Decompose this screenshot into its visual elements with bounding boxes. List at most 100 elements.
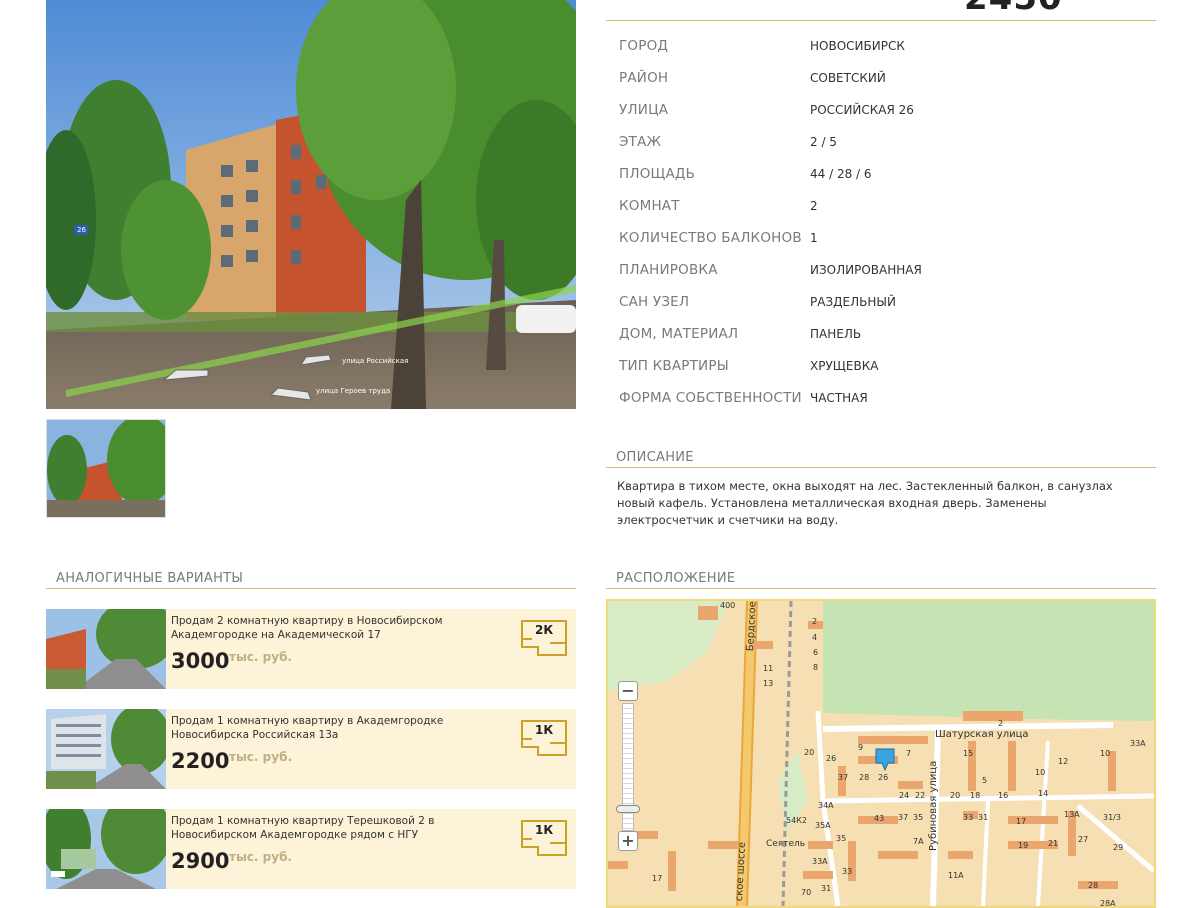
property-row: ГОРОД НОВОСИБИРСК xyxy=(619,30,1159,62)
map-label: 2 xyxy=(998,719,1004,728)
listing-price: 3000 xyxy=(171,649,230,673)
location-title: РАСПОЛОЖЕНИЕ xyxy=(616,571,736,586)
listing-title[interactable]: Продам 1 комнатную квартиру Терешковой 2… xyxy=(171,814,511,842)
map-label: 11А xyxy=(948,871,964,880)
divider xyxy=(606,20,1156,21)
zoom-slider-handle[interactable] xyxy=(616,805,640,813)
listing-price-unit: тыс. руб. xyxy=(229,650,293,664)
property-value: ПАНЕЛЬ xyxy=(810,327,862,341)
map-label: 27 xyxy=(1078,835,1089,844)
map-label: 6 xyxy=(813,648,819,657)
map-label: 8 xyxy=(813,663,819,672)
map-label: 17 xyxy=(652,874,663,883)
property-value: 44 / 28 / 6 xyxy=(810,167,872,181)
street-label-1: улица Российская xyxy=(342,357,409,365)
price-value: 2450 xyxy=(964,0,1063,18)
map-street-label: Рубиновая улица xyxy=(928,760,939,851)
map-label: 33 xyxy=(963,813,974,822)
property-key: УЛИЦА xyxy=(619,102,669,118)
listing-title[interactable]: Продам 2 комнатную квартиру в Новосибирс… xyxy=(171,614,511,642)
map-label: 11 xyxy=(763,664,774,673)
rooms-label: 1К xyxy=(535,823,554,837)
map-label: 13 xyxy=(763,679,774,688)
listing-photo[interactable] xyxy=(46,609,166,689)
map-label: 34А xyxy=(818,801,834,810)
map-label: 33А xyxy=(1130,739,1146,748)
property-value: НОВОСИБИРСК xyxy=(810,39,905,53)
street-label-2: улица Героев труда xyxy=(316,387,391,395)
map-label: 28 xyxy=(859,773,870,782)
property-value: РАЗДЕЛЬНЫЙ xyxy=(810,295,896,309)
listing-price: 2200 xyxy=(171,749,230,773)
property-row: САН УЗЕЛ РАЗДЕЛЬНЫЙ xyxy=(619,286,1159,318)
property-key: ДОМ, МАТЕРИАЛ xyxy=(619,326,739,342)
rooms-label: 2К xyxy=(535,623,554,637)
map-label: 7А xyxy=(913,837,924,846)
property-value: ХРУЩЕВКА xyxy=(810,359,879,373)
property-row: ФОРМА СОБСТВЕННОСТИ ЧАСТНАЯ xyxy=(619,382,1159,414)
property-key: ПЛОЩАДЬ xyxy=(619,166,696,182)
map-label: 18 xyxy=(970,791,981,800)
similar-title: АНАЛОГИЧНЫЕ ВАРИАНТЫ xyxy=(56,571,244,586)
divider xyxy=(606,467,1156,468)
rooms-label: 1К xyxy=(535,723,554,737)
map-label: 24 xyxy=(899,791,910,800)
map-label: 7 xyxy=(906,749,912,758)
rooms-badge: 1К xyxy=(520,719,568,757)
listing-card[interactable]: Продам 1 комнатную квартиру в Академгоро… xyxy=(46,709,576,789)
map-label: 26 xyxy=(826,754,837,763)
map-label: 400 xyxy=(720,601,736,610)
property-row: ДОМ, МАТЕРИАЛ ПАНЕЛЬ xyxy=(619,318,1159,350)
listing-title[interactable]: Продам 1 комнатную квартиру в Академгоро… xyxy=(171,714,511,742)
map-place-label: Сеятель xyxy=(766,839,806,849)
property-key: КОЛИЧЕСТВО БАЛКОНОВ xyxy=(619,230,802,246)
map-label: 14 xyxy=(1038,789,1049,798)
map-label: 10 xyxy=(1035,768,1046,777)
map-label: 54К2 xyxy=(786,816,807,825)
listing-card[interactable]: Продам 1 комнатную квартиру Терешковой 2… xyxy=(46,809,576,889)
map-label: 43 xyxy=(874,814,885,823)
location-map[interactable]: 400 Бердское ш ское шоссе Шатурская улиц… xyxy=(606,599,1156,908)
property-value: РОССИЙСКАЯ 26 xyxy=(810,103,914,117)
map-label: 9 xyxy=(858,743,864,752)
map-label: 17 xyxy=(1016,817,1027,826)
map-label: 4 xyxy=(812,633,818,642)
property-row: КОМНАТ 2 xyxy=(619,190,1159,222)
map-label: 35 xyxy=(836,834,847,843)
photo-thumbnail[interactable] xyxy=(46,419,166,518)
map-label: 12 xyxy=(1058,757,1069,766)
property-row: УЛИЦА РОССИЙСКАЯ 26 xyxy=(619,94,1159,126)
property-value: СОВЕТСКИЙ xyxy=(810,71,886,85)
map-label: 35 xyxy=(913,813,924,822)
listing-photo[interactable] xyxy=(46,809,166,889)
property-key: ТИП КВАРТИРЫ xyxy=(619,358,729,374)
map-label: 20 xyxy=(804,748,815,757)
map-label: 37 xyxy=(898,813,909,822)
description-text: Квартира в тихом месте, окна выходят на … xyxy=(617,479,1113,527)
listing-photo[interactable] xyxy=(46,709,166,789)
property-key: ФОРМА СОБСТВЕННОСТИ xyxy=(619,390,802,406)
property-value: 2 / 5 xyxy=(810,135,837,149)
property-value: ИЗОЛИРОВАННАЯ xyxy=(810,263,922,277)
listing-card[interactable]: Продам 2 комнатную квартиру в Новосибирс… xyxy=(46,609,576,689)
map-label: 15 xyxy=(963,749,974,758)
main-photo[interactable]: улица Российская улица Героев труда 26 xyxy=(46,0,576,409)
map-label: 35А xyxy=(815,821,831,830)
property-key: ПЛАНИРОВКА xyxy=(619,262,718,278)
map-label: 2 xyxy=(812,617,818,626)
map-label: 31 xyxy=(821,884,832,893)
property-value: ЧАСТНАЯ xyxy=(810,391,868,405)
zoom-in-button[interactable]: + xyxy=(618,831,638,851)
map-label: 16 xyxy=(998,791,1009,800)
zoom-out-button[interactable]: − xyxy=(618,681,638,701)
properties-table: ГОРОД НОВОСИБИРСК РАЙОН СОВЕТСКИЙ УЛИЦА РОС… xyxy=(619,30,1159,414)
property-key: КОМНАТ xyxy=(619,198,680,214)
property-key: ЭТАЖ xyxy=(619,134,662,150)
rooms-badge: 2К xyxy=(520,619,568,657)
property-row: КОЛИЧЕСТВО БАЛКОНОВ 1 xyxy=(619,222,1159,254)
map-label: 21 xyxy=(1048,839,1059,848)
map-label: 31/3 xyxy=(1103,813,1121,822)
property-key: ГОРОД xyxy=(619,38,669,54)
house-number-sign: 26 xyxy=(77,226,86,234)
map-label: 5 xyxy=(982,776,988,785)
